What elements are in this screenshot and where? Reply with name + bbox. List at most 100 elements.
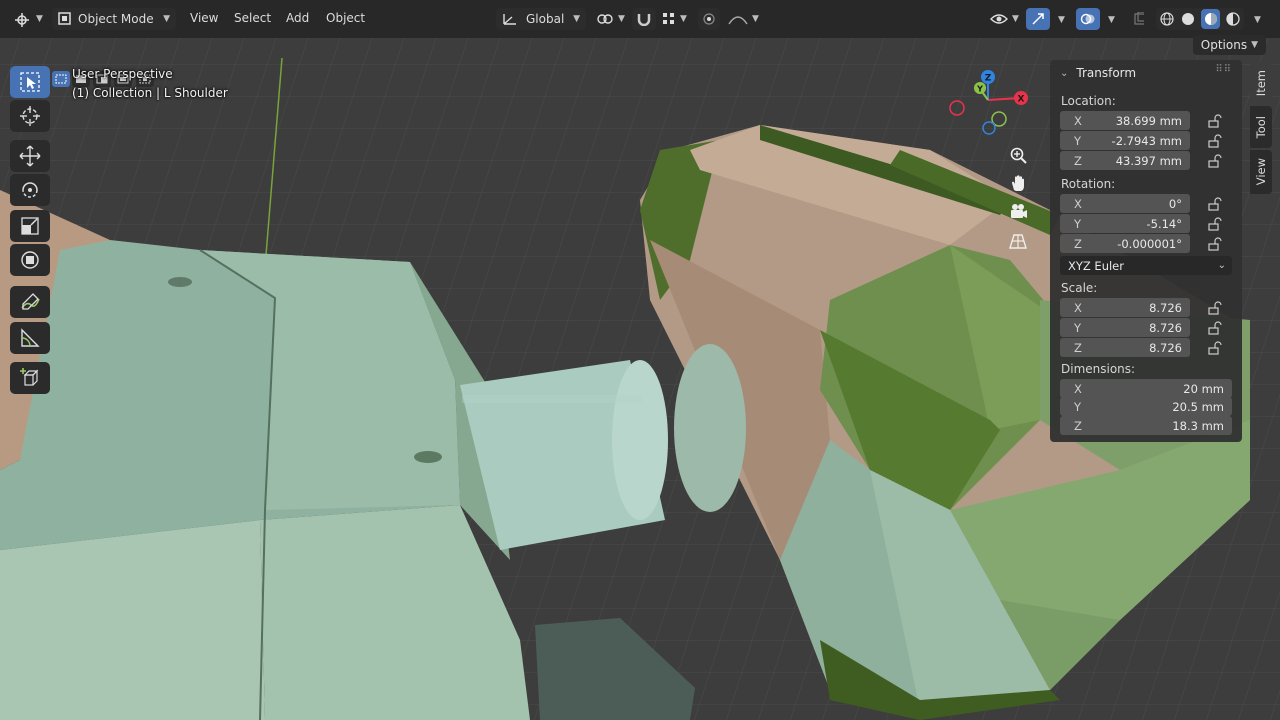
scale-z-field[interactable]: Z 8.726 — [1060, 338, 1190, 357]
tab-view[interactable]: View — [1250, 150, 1272, 194]
dimensions-x-field[interactable]: X 20 mm — [1060, 379, 1232, 398]
visibility-dropdown[interactable]: ▼ — [984, 8, 1025, 30]
tab-tool[interactable]: Tool — [1250, 106, 1272, 148]
xray-toggle[interactable] — [1128, 8, 1150, 30]
gizmo-neg-x[interactable] — [949, 100, 965, 116]
tool-cursor[interactable] — [10, 100, 50, 132]
location-z-field[interactable]: Z 43.397 mm — [1060, 151, 1190, 170]
sidebar-n-panel: ⌄ Transform ⠿⠿ Location: X 38.699 mm Y -2.… — [1050, 60, 1242, 442]
viewport-header: ▼ Object Mode ▼ View Select Add Object G… — [0, 0, 1280, 38]
transform-orientation-dropdown[interactable]: Global ▼ — [496, 8, 586, 30]
snap-toggle[interactable] — [632, 8, 656, 30]
axis-label: X — [1074, 113, 1082, 128]
location-y-field[interactable]: Y -2.7943 mm — [1060, 131, 1190, 150]
collection-label: (1) Collection | L Shoulder — [72, 86, 228, 100]
chevron-down-icon: ▼ — [573, 14, 580, 24]
tool-rotate[interactable] — [10, 174, 50, 206]
lock-location-y-icon[interactable] — [1207, 133, 1225, 149]
gizmo-toggle[interactable] — [1026, 8, 1050, 30]
gizmo-z-label: Z — [985, 74, 992, 84]
field-value: -2.7943 mm — [1111, 133, 1182, 148]
falloff-dropdown[interactable]: ▼ — [722, 8, 765, 30]
tool-select-box[interactable] — [10, 66, 50, 98]
perspective-label: User Perspective — [72, 67, 173, 81]
tool-scale[interactable] — [10, 210, 50, 242]
field-value: 0° — [1168, 196, 1182, 211]
pivot-point-dropdown[interactable]: ▼ — [590, 8, 631, 30]
options-label: Options — [1200, 38, 1248, 52]
axis-label: Z — [1074, 418, 1082, 433]
pan-button[interactable] — [1005, 170, 1031, 196]
chevron-down-icon: ▼ — [163, 14, 170, 24]
scale-y-field[interactable]: Y 8.726 — [1060, 318, 1190, 337]
lock-location-z-icon[interactable] — [1207, 153, 1225, 169]
transform-icon — [21, 251, 39, 269]
chevron-down-icon: ⌄ — [1060, 67, 1069, 79]
lock-location-x-icon[interactable] — [1207, 113, 1225, 129]
tool-move[interactable] — [10, 140, 50, 172]
dimensions-z-field[interactable]: Z 18.3 mm — [1060, 416, 1232, 435]
tool-transform[interactable] — [10, 244, 50, 276]
chevron-down-icon: ▼ — [36, 14, 43, 24]
menu-add[interactable]: Add — [286, 11, 309, 25]
navigation-gizmo[interactable]: Y Z X — [940, 64, 1030, 144]
menu-select[interactable]: Select — [234, 11, 271, 25]
perspective-grid-icon — [1009, 234, 1027, 249]
mode-dropdown[interactable]: Object Mode ▼ — [52, 8, 176, 30]
rotation-mode-dropdown[interactable]: XYZ Euler ⌄ — [1060, 256, 1232, 275]
field-value: 20 mm — [1183, 381, 1224, 396]
lock-scale-x-icon[interactable] — [1207, 300, 1225, 316]
axis-label: Z — [1074, 236, 1082, 251]
projection-toggle-button[interactable] — [1005, 228, 1031, 254]
overlays-dropdown-chevron-icon[interactable]: ▼ — [1108, 15, 1115, 25]
overlays-toggle[interactable] — [1076, 8, 1100, 30]
lock-rotation-y-icon[interactable] — [1207, 216, 1225, 232]
rotation-z-field[interactable]: Z -0.000001° — [1060, 234, 1190, 253]
camera-view-button[interactable] — [1005, 198, 1031, 224]
dimensions-y-field[interactable]: Y 20.5 mm — [1060, 397, 1232, 416]
rotation-label: Rotation: — [1061, 177, 1116, 191]
lock-rotation-z-icon[interactable] — [1207, 236, 1225, 252]
rotation-mode-value: XYZ Euler — [1068, 258, 1124, 273]
transform-panel-header[interactable]: ⌄ Transform — [1060, 66, 1136, 80]
transform-title: Transform — [1076, 66, 1137, 80]
axis-label: Y — [1074, 216, 1082, 231]
snap-grid-icon — [663, 13, 674, 24]
chevron-down-icon: ▼ — [680, 14, 687, 24]
solid-shading-icon[interactable] — [1180, 10, 1198, 28]
snap-target-dropdown[interactable]: ▼ — [656, 8, 693, 30]
gizmo-neg-z[interactable] — [982, 121, 996, 135]
tool-add-cube[interactable] — [10, 362, 50, 394]
pivot-icon — [597, 14, 613, 24]
rendered-shading-icon[interactable] — [1224, 10, 1242, 28]
options-dropdown[interactable]: Options ▼ — [1192, 35, 1266, 55]
lock-rotation-x-icon[interactable] — [1207, 196, 1225, 212]
proportional-edit-toggle[interactable] — [698, 8, 720, 30]
add-cube-icon — [20, 368, 39, 386]
lock-scale-y-icon[interactable] — [1207, 320, 1225, 336]
zoom-icon — [1010, 147, 1027, 164]
material-preview-shading-icon[interactable] — [1201, 9, 1221, 29]
gizmo-x-label: X — [1018, 95, 1025, 105]
rotation-x-field[interactable]: X 0° — [1060, 194, 1190, 213]
tool-annotate[interactable] — [10, 286, 50, 318]
tab-item[interactable]: Item — [1250, 62, 1272, 104]
editor-type-button[interactable]: ▼ — [8, 8, 49, 30]
scale-icon — [21, 217, 39, 235]
drag-handle-icon[interactable]: ⠿⠿ — [1215, 64, 1232, 75]
zoom-button[interactable] — [1005, 142, 1031, 168]
scale-x-field[interactable]: X 8.726 — [1060, 298, 1190, 317]
move-icon — [19, 145, 41, 167]
select-mode-new[interactable] — [52, 71, 70, 87]
wireframe-shading-icon[interactable] — [1158, 10, 1176, 28]
menu-object[interactable]: Object — [326, 11, 365, 25]
menu-view[interactable]: View — [190, 11, 218, 25]
field-value: 8.726 — [1149, 300, 1182, 315]
shading-dropdown-chevron-icon[interactable]: ▼ — [1254, 15, 1261, 25]
location-x-field[interactable]: X 38.699 mm — [1060, 111, 1190, 130]
gizmo-dropdown-chevron-icon[interactable]: ▼ — [1058, 15, 1065, 25]
xray-icon — [1134, 12, 1144, 25]
lock-scale-z-icon[interactable] — [1207, 340, 1225, 356]
tool-measure[interactable] — [10, 322, 50, 354]
rotation-y-field[interactable]: Y -5.14° — [1060, 214, 1190, 233]
